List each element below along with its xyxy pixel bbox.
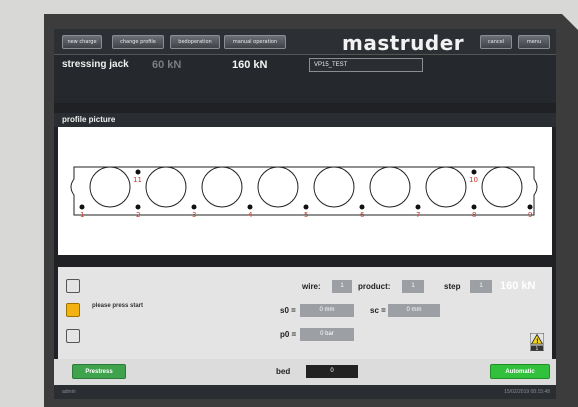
point-label-8: 8 bbox=[472, 211, 476, 219]
automatic-button[interactable]: Automatic bbox=[490, 364, 550, 379]
strand-point-6 bbox=[359, 204, 365, 210]
date-time: 15/02/2019 08:15:48 bbox=[504, 389, 550, 395]
bezel-notch bbox=[562, 14, 578, 30]
control-panel: please press start wire: 1 product: 1 st… bbox=[58, 267, 552, 359]
product-label: product: bbox=[358, 282, 391, 291]
bed-value: 0 bbox=[306, 365, 358, 378]
status-indicator-3 bbox=[66, 329, 80, 343]
svg-text:!: ! bbox=[536, 338, 539, 345]
status-indicator-active bbox=[66, 303, 80, 317]
strand-point-4 bbox=[247, 204, 253, 210]
stressing-jack-row: stressing jack 60 kN 160 kN VP15_TEST bbox=[54, 55, 556, 103]
point-label-2: 2 bbox=[136, 211, 140, 219]
user-name: admin bbox=[62, 389, 76, 395]
point-label-6: 6 bbox=[360, 211, 365, 219]
strand-point-5 bbox=[303, 204, 309, 210]
warning-icon[interactable]: ! 1 bbox=[530, 333, 544, 351]
strand-point-3 bbox=[191, 204, 197, 210]
point-label-1: 1 bbox=[80, 211, 84, 219]
point-label-9: 9 bbox=[528, 211, 532, 219]
core-circles bbox=[89, 166, 523, 208]
top-toolbar: new charge change profile bedoperation m… bbox=[54, 29, 556, 55]
prompt-message: please press start bbox=[92, 303, 144, 309]
status-bar: admin 15/02/2019 08:15:48 bbox=[54, 385, 556, 399]
target-force-value: 160 kN bbox=[232, 59, 268, 71]
step-force-value: 160 kN bbox=[500, 280, 536, 292]
cancel-button[interactable]: cancel bbox=[480, 35, 512, 49]
mastruder-logo: mastruder bbox=[342, 31, 465, 55]
strand-point-2 bbox=[135, 204, 141, 210]
product-value: 1 bbox=[402, 280, 424, 293]
s0-value: 0 mm bbox=[300, 304, 354, 317]
point-label-5: 5 bbox=[304, 211, 308, 219]
p0-value: 0 bar bbox=[300, 328, 354, 341]
hollow-core-slab-drawing: 1 2 3 4 5 6 7 8 9 10 11 bbox=[70, 166, 538, 219]
s0-label: s0 = bbox=[280, 306, 296, 315]
hmi-screen: new charge change profile bedoperation m… bbox=[54, 29, 556, 399]
sc-value: 0 mm bbox=[388, 304, 440, 317]
sc-label: sc = bbox=[370, 306, 386, 315]
footer-bar: Prestress bed 0 Automatic bbox=[54, 359, 556, 385]
actual-force-value: 60 kN bbox=[152, 59, 182, 71]
strand-point-9 bbox=[527, 204, 533, 210]
step-label: step bbox=[444, 282, 461, 291]
stressing-jack-label: stressing jack bbox=[62, 59, 129, 70]
strand-point-7 bbox=[415, 204, 421, 210]
point-label-11: 11 bbox=[133, 176, 142, 184]
prestress-button[interactable]: Prestress bbox=[72, 364, 126, 379]
manual-operation-button[interactable]: manual operation bbox=[224, 35, 286, 49]
wire-label: wire: bbox=[302, 282, 321, 291]
warning-count: 1 bbox=[536, 346, 539, 351]
point-label-7: 7 bbox=[416, 211, 420, 219]
status-indicator-1 bbox=[66, 279, 80, 293]
point-label-3: 3 bbox=[192, 211, 196, 219]
change-profile-button[interactable]: change profile bbox=[112, 35, 164, 49]
bed-label: bed bbox=[276, 367, 291, 376]
point-label-4: 4 bbox=[248, 211, 253, 219]
profile-picture-header: profile picture bbox=[54, 113, 556, 127]
strand-point-8 bbox=[471, 204, 477, 210]
step-value: 1 bbox=[470, 280, 492, 293]
strand-point-10 bbox=[471, 169, 477, 175]
new-charge-button[interactable]: new charge bbox=[62, 35, 102, 49]
recipe-name-field[interactable]: VP15_TEST bbox=[309, 58, 423, 72]
wire-value: 1 bbox=[332, 280, 352, 293]
menu-button[interactable]: menu bbox=[518, 35, 550, 49]
strand-point-1 bbox=[79, 204, 85, 210]
bedoperation-button[interactable]: bedoperation bbox=[170, 35, 220, 49]
strand-point-11 bbox=[135, 169, 141, 175]
p0-label: p0 = bbox=[280, 330, 297, 339]
profile-picture-canvas: 1 2 3 4 5 6 7 8 9 10 11 bbox=[58, 127, 552, 255]
point-label-10: 10 bbox=[469, 176, 478, 184]
